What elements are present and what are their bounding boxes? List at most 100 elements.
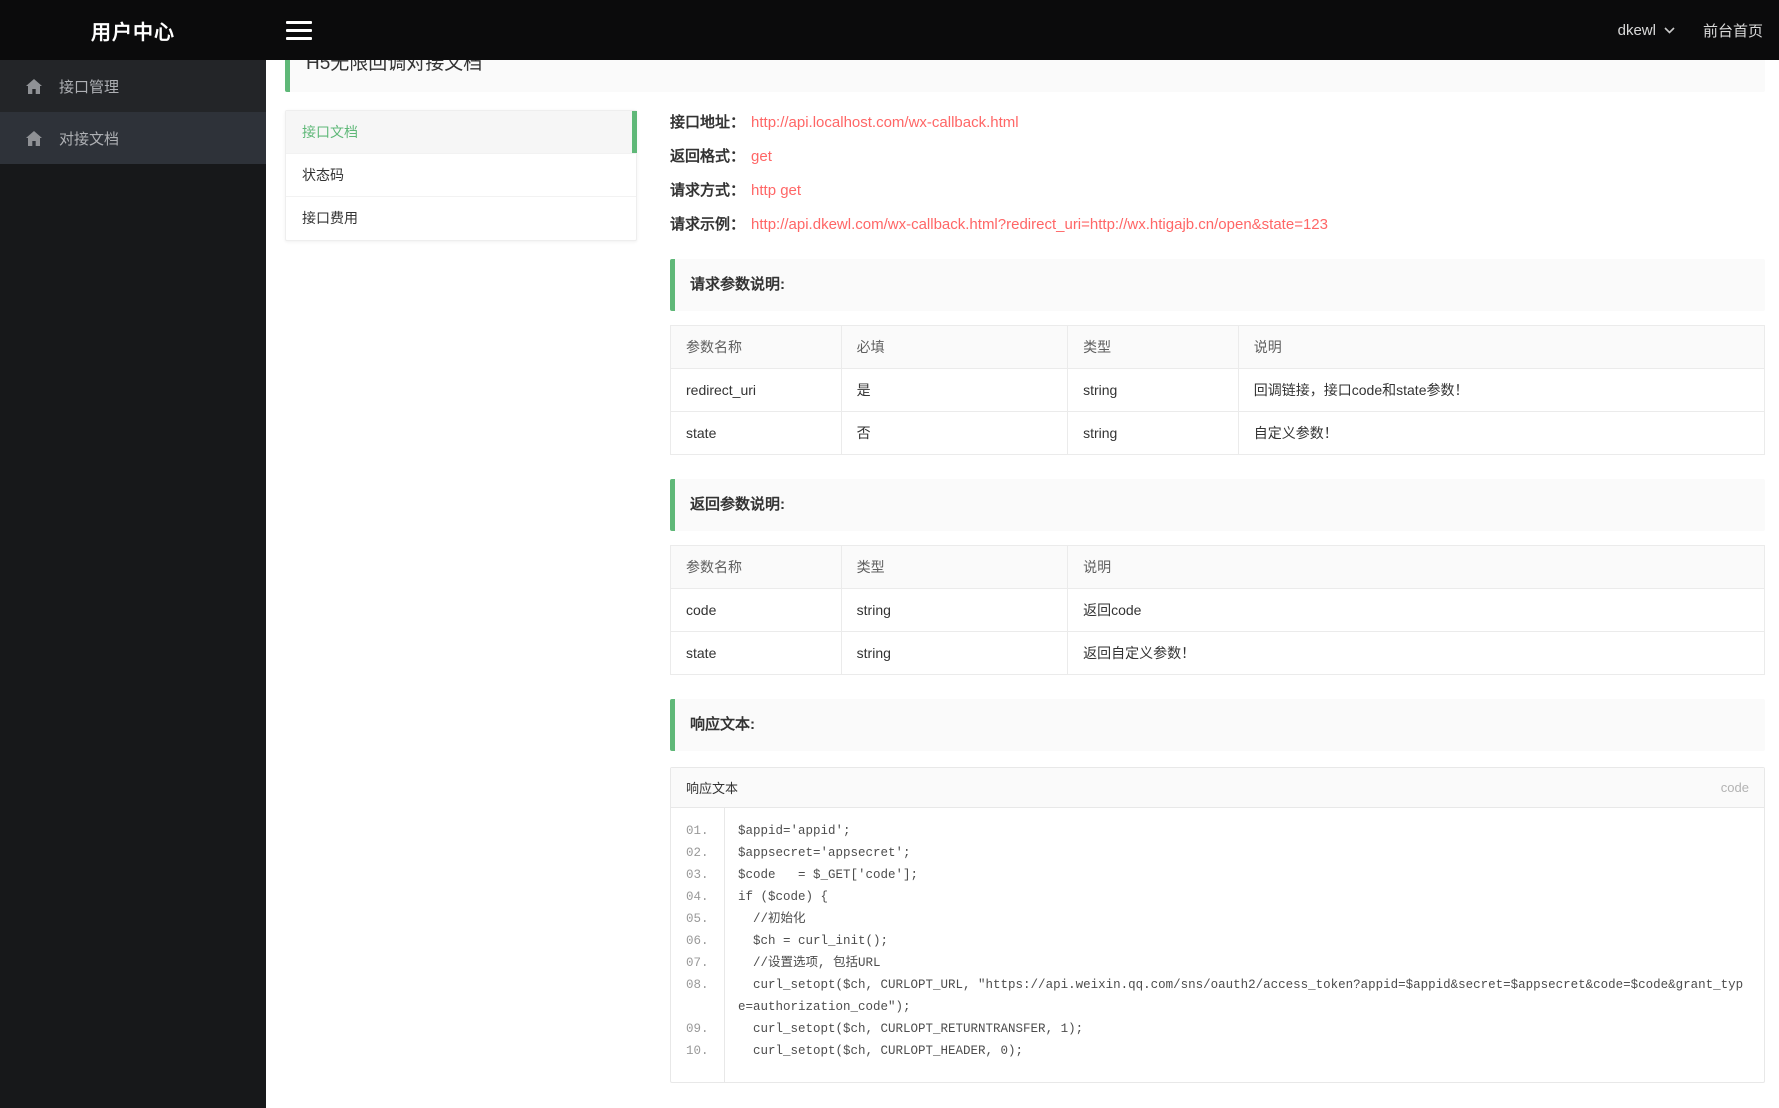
tab-label: 接口费用 xyxy=(302,210,358,226)
username: dkewl xyxy=(1617,21,1656,39)
tab-api-doc[interactable]: 接口文档 xyxy=(286,111,637,154)
code-text: $ch = curl_init(); xyxy=(738,934,889,948)
code-line: 02. $appsecret='appsecret'; xyxy=(671,842,1764,864)
table-row: code string 返回code xyxy=(670,588,1765,632)
front-home-link[interactable]: 前台首页 xyxy=(1703,20,1763,41)
code-text: //设置选项, 包括URL xyxy=(738,956,881,970)
line-number: 10. xyxy=(686,1044,709,1058)
response-params-table: 参数名称 类型 说明 code string 返回code state stri… xyxy=(670,545,1765,675)
table-row: state string 返回自定义参数！ xyxy=(670,631,1765,675)
code-text: curl_setopt($ch, CURLOPT_HEADER, 0); xyxy=(738,1044,1024,1058)
sidebar-item-docs[interactable]: 对接文档 xyxy=(0,112,266,164)
cell: 返回自定义参数！ xyxy=(1067,631,1765,675)
detail-label: 请求示例： xyxy=(670,216,746,233)
col-header: 说明 xyxy=(1237,325,1766,369)
code-line: 10. curl_setopt($ch, CURLOPT_HEADER, 0); xyxy=(671,1040,1764,1062)
cell: redirect_uri xyxy=(670,368,842,412)
detail-return-format: 返回格式： get xyxy=(670,146,1765,167)
code-text: $code = $_GET['code']; xyxy=(738,868,919,882)
detail-request-example: 请求示例： http://api.dkewl.com/wx-callback.ht… xyxy=(670,214,1765,235)
code-line: 04. if ($code) { xyxy=(671,886,1764,908)
line-number: 07. xyxy=(686,956,709,970)
cell: string xyxy=(840,631,1069,675)
cell: code xyxy=(670,588,842,632)
code-line: 03. $code = $_GET['code']; xyxy=(671,864,1764,886)
brand-title: 用户中心 xyxy=(91,21,175,44)
table-row: redirect_uri 是 string 回调链接，接口code和state参… xyxy=(670,368,1766,412)
code-text: if ($code) { xyxy=(738,890,829,904)
table-row: state 否 string 自定义参数！ xyxy=(670,411,1766,455)
chevron-down-icon xyxy=(1664,26,1675,34)
cell: string xyxy=(840,588,1069,632)
section-request-params: 请求参数说明: xyxy=(670,259,1765,311)
home-icon xyxy=(26,78,42,94)
section-response-body: 响应文本: xyxy=(670,699,1765,751)
detail-value: get xyxy=(751,148,772,165)
main-content: H5无限回调对接文档 接口文档 状态码 接口费用 接口地址： http://api… xyxy=(266,0,1779,1083)
code-line: 08. curl_setopt($ch, CURLOPT_URL, "https… xyxy=(671,974,1764,1018)
line-number: 05. xyxy=(686,912,709,926)
table-header-row: 参数名称 类型 说明 xyxy=(670,545,1765,589)
col-header: 参数名称 xyxy=(670,325,842,369)
cell: string xyxy=(1067,368,1239,412)
doc-subnav-card: 接口文档 状态码 接口费用 xyxy=(285,110,637,241)
cell: 自定义参数！ xyxy=(1237,411,1766,455)
line-number: 04. xyxy=(686,890,709,904)
hamburger-menu-icon[interactable] xyxy=(286,20,312,40)
line-number: 01. xyxy=(686,824,709,838)
cell: 否 xyxy=(840,411,1069,455)
tab-label: 状态码 xyxy=(302,167,344,183)
cell: 回调链接，接口code和state参数！ xyxy=(1237,368,1766,412)
table-header-row: 参数名称 必填 类型 说明 xyxy=(670,325,1766,369)
request-params-table: 参数名称 必填 类型 说明 redirect_uri 是 string 回调链接… xyxy=(670,325,1766,455)
code-text: //初始化 xyxy=(738,912,806,926)
cell: 是 xyxy=(840,368,1069,412)
detail-label: 请求方式： xyxy=(670,182,746,199)
cell: state xyxy=(670,631,842,675)
col-header: 类型 xyxy=(840,545,1069,589)
code-panel-header: 响应文本 code xyxy=(671,768,1764,808)
line-number: 06. xyxy=(686,934,709,948)
code-badge: code xyxy=(1720,780,1749,795)
header-right: dkewl 前台首页 xyxy=(1618,20,1779,41)
user-menu[interactable]: dkewl xyxy=(1618,22,1675,39)
code-text: $appsecret='appsecret'; xyxy=(738,846,911,860)
example-url-link[interactable]: http://api.dkewl.com/wx-callback.html?re… xyxy=(751,216,1328,233)
code-panel-title: 响应文本 xyxy=(686,781,739,796)
cell: state xyxy=(670,411,842,455)
code-line: 01. $appid='appid'; xyxy=(671,820,1764,842)
section-response-params: 返回参数说明: xyxy=(670,479,1765,531)
col-header: 类型 xyxy=(1067,325,1239,369)
sidebar-item-label: 接口管理 xyxy=(59,78,120,96)
line-number: 03. xyxy=(686,868,709,882)
col-header: 说明 xyxy=(1067,545,1765,589)
code-panel: 响应文本 code 01. $appid='appid'; 02. $appsecr… xyxy=(670,767,1765,1083)
tab-api-fees[interactable]: 接口费用 xyxy=(286,197,636,240)
detail-label: 返回格式： xyxy=(670,148,746,165)
api-url-link[interactable]: http://api.localhost.com/wx-callback.htm… xyxy=(751,114,1019,131)
top-header: 用户中心 dkewl 前台首页 xyxy=(0,0,1779,60)
detail-request-method: 请求方式： http get xyxy=(670,180,1765,201)
code-line: 09. curl_setopt($ch, CURLOPT_RETURNTRANS… xyxy=(671,1018,1764,1040)
cell: 返回code xyxy=(1067,588,1765,632)
doc-detail-column: 接口地址： http://api.localhost.com/wx-callbac… xyxy=(670,110,1766,1083)
line-number: 09. xyxy=(686,1022,709,1036)
code-line: 05. //初始化 xyxy=(671,908,1764,930)
cell: string xyxy=(1067,411,1239,455)
line-number: 02. xyxy=(686,846,709,860)
code-text: curl_setopt($ch, CURLOPT_URL, "https://a… xyxy=(738,978,1744,1014)
code-text: curl_setopt($ch, CURLOPT_RETURNTRANSFER,… xyxy=(738,1022,1084,1036)
code-line: 06. $ch = curl_init(); xyxy=(671,930,1764,952)
detail-value: http get xyxy=(751,182,802,199)
tab-status-codes[interactable]: 状态码 xyxy=(286,154,636,197)
active-indicator-bar xyxy=(632,111,637,153)
code-text: $appid='appid'; xyxy=(738,824,851,838)
sidebar: 接口管理 对接文档 xyxy=(0,60,266,1108)
tab-label: 接口文档 xyxy=(302,124,358,140)
code-line: 07. //设置选项, 包括URL xyxy=(671,952,1764,974)
home-icon xyxy=(26,130,42,146)
col-header: 必填 xyxy=(840,325,1069,369)
col-header: 参数名称 xyxy=(670,545,842,589)
sidebar-item-api-management[interactable]: 接口管理 xyxy=(0,60,266,112)
sidebar-item-label: 对接文档 xyxy=(59,130,120,148)
